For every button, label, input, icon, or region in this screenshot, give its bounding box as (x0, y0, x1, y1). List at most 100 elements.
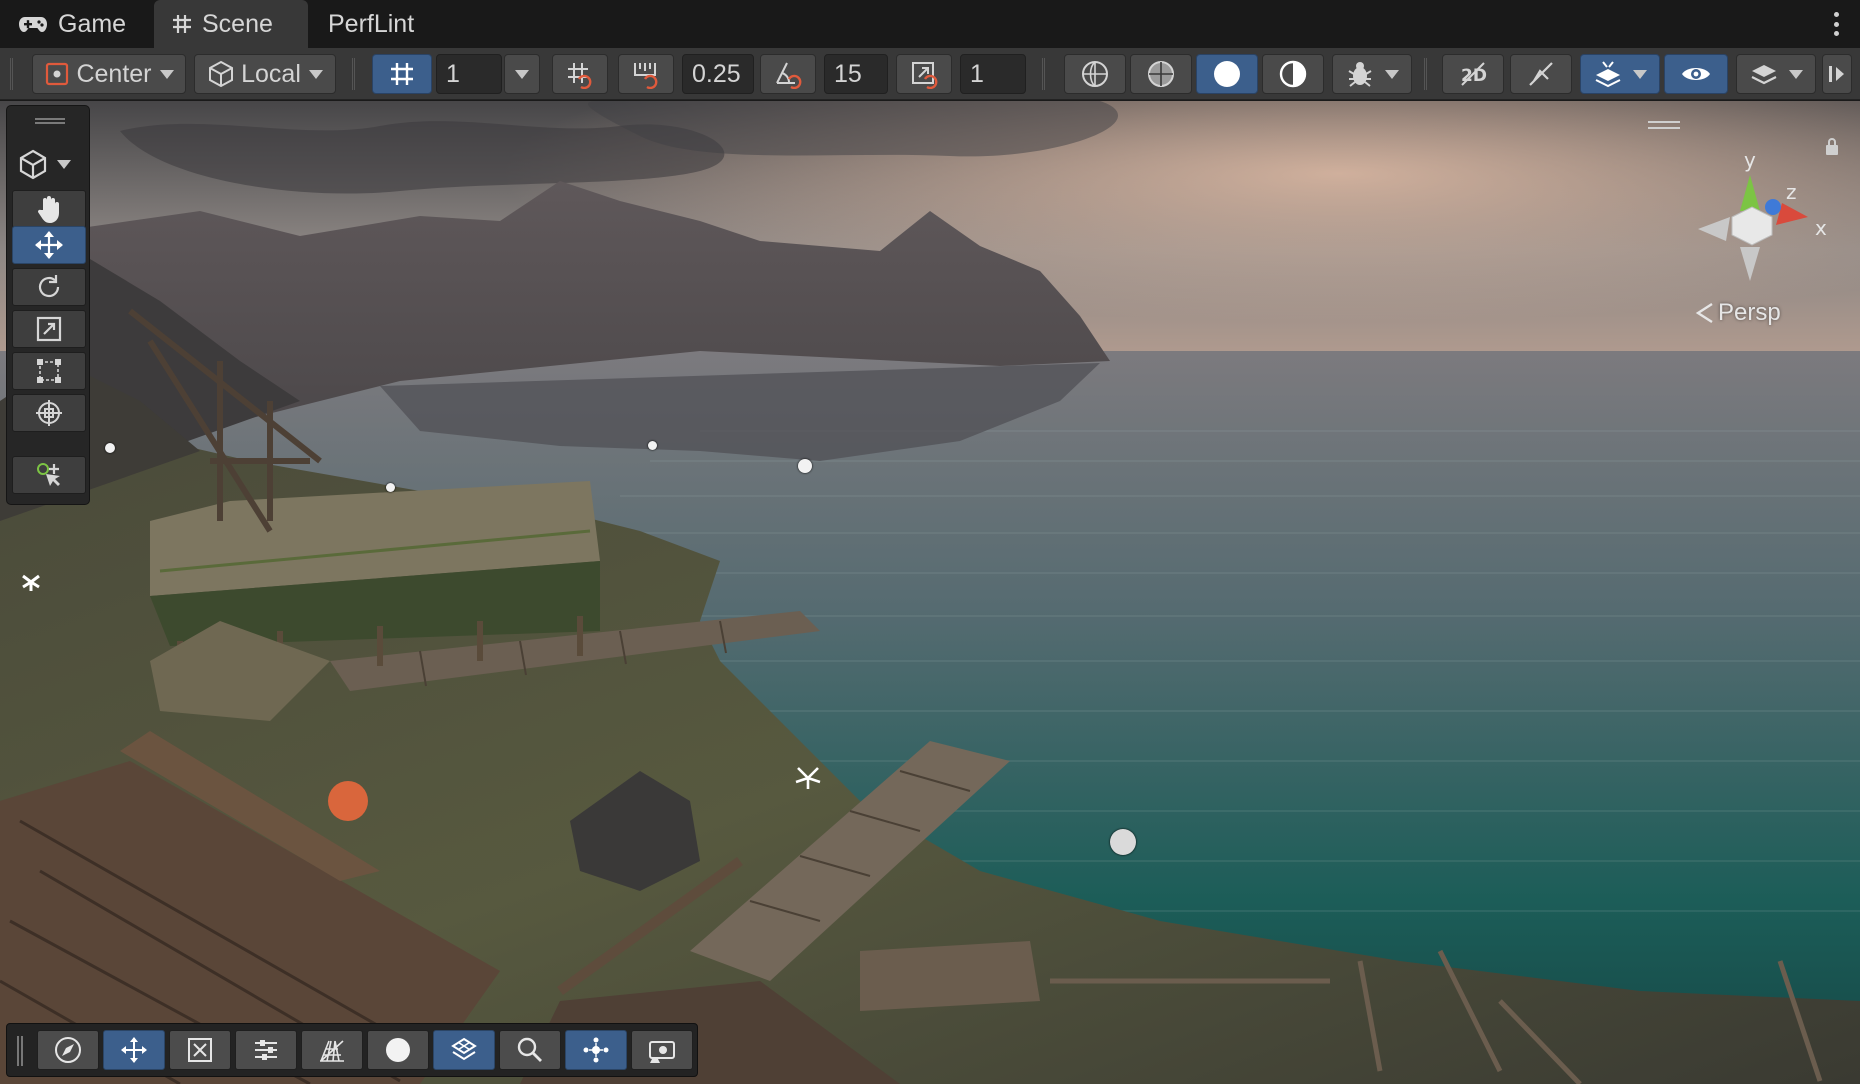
grid-size-value: 1 (446, 59, 460, 88)
toolbar-overflow-button[interactable] (1822, 54, 1852, 94)
grid-perspective-icon (320, 1040, 344, 1062)
tab-game[interactable]: Game (0, 0, 144, 48)
lock-icon[interactable] (1826, 145, 1838, 155)
pivot-rotation-dropdown[interactable]: Local (194, 54, 336, 94)
effects-dropdown[interactable] (1580, 54, 1660, 94)
rotate-snap-toggle[interactable] (760, 54, 816, 94)
tab-game-label: Game (58, 9, 127, 38)
debug-draw-mode-dropdown[interactable] (1332, 54, 1412, 94)
chevron-down-icon (1633, 69, 1647, 79)
tab-perflint-label: PerfLint (328, 9, 415, 38)
grid-hash-icon (173, 15, 191, 33)
collider-edit-button[interactable] (169, 1030, 231, 1070)
move-arrows-icon (121, 1037, 147, 1063)
tab-perflint[interactable]: PerfLint (310, 0, 432, 48)
rotate-snap-field[interactable]: 15 (824, 54, 888, 94)
bottom-overlay-toolbar (6, 1023, 698, 1077)
pivot-mode-dropdown[interactable]: Center (32, 54, 186, 94)
wireframe-sphere-icon (1082, 61, 1108, 87)
cube-icon (19, 149, 47, 180)
scale-snap-field[interactable]: 1 (960, 54, 1026, 94)
tab-bar: Game Scene PerfLint (0, 0, 1860, 48)
move-handles-button[interactable] (103, 1030, 165, 1070)
hand-tool-button[interactable] (12, 190, 86, 228)
gizmo-z-cone[interactable] (1765, 199, 1781, 215)
chevron-down-icon (308, 69, 323, 79)
light-gizmo-icon[interactable] (105, 443, 115, 453)
gizmo-axis-x-label: x (1815, 216, 1827, 240)
navigation-button[interactable] (37, 1030, 99, 1070)
grid-size-field[interactable]: 1 (436, 54, 502, 94)
camera-preview-button[interactable] (631, 1030, 693, 1070)
shaded-button[interactable] (1196, 54, 1258, 94)
scale-tool-button[interactable] (12, 310, 86, 348)
search-button[interactable] (499, 1030, 561, 1070)
unlit-button[interactable] (1262, 54, 1324, 94)
chevron-down-icon (159, 69, 174, 79)
grid-align-button[interactable] (552, 54, 608, 94)
move-snap-toggle[interactable] (618, 54, 674, 94)
probe-visualization-button[interactable] (433, 1030, 495, 1070)
light-gizmo-icon[interactable] (386, 483, 395, 492)
gizmo-neg-x-cone[interactable] (1698, 217, 1730, 241)
align-grid-icon (568, 63, 592, 89)
move-snap-value: 0.25 (692, 59, 741, 88)
scale-snap-toggle[interactable] (896, 54, 952, 94)
search-icon (517, 1037, 542, 1062)
gizmo-y-cone[interactable] (1740, 175, 1760, 211)
grid-overlay-button[interactable] (301, 1030, 363, 1070)
gizmo-menu-icon[interactable] (1648, 121, 1680, 129)
light-gizmo-icon[interactable] (798, 459, 812, 473)
more-options-icon[interactable] (1832, 12, 1840, 36)
projection-toggle[interactable]: Persp (1694, 299, 1781, 327)
tab-scene-label: Scene (202, 9, 273, 38)
grid-snapping-toggle[interactable] (372, 54, 432, 94)
audio-source-gizmo-icon[interactable] (1110, 829, 1136, 855)
layers-dropdown[interactable] (1736, 54, 1816, 94)
chevron-down-icon (1789, 69, 1803, 79)
particle-gizmo-icon[interactable] (794, 765, 822, 791)
panel-grip[interactable] (17, 1036, 23, 1066)
rotate-tool-button[interactable] (12, 268, 86, 306)
grid-hash-icon (391, 63, 413, 85)
orientation-gizmo[interactable]: y z x (1680, 121, 1850, 291)
layers-icon (1751, 65, 1777, 85)
2d-view-toggle[interactable]: 2D (1442, 54, 1504, 94)
scene-render (0, 101, 1860, 1084)
audio-toggle[interactable] (1510, 54, 1572, 94)
chevron-down-icon (57, 159, 71, 169)
projection-label: Persp (1718, 299, 1781, 326)
gizmo-axis-z-label: z (1786, 180, 1797, 204)
move-snap-field[interactable]: 0.25 (682, 54, 754, 94)
chevron-left-icon (1695, 302, 1713, 324)
chevron-right-icon (1829, 66, 1844, 82)
shaded-wireframe-button[interactable] (1130, 54, 1192, 94)
settings-sliders-button[interactable] (235, 1030, 297, 1070)
wireframe-shading-button[interactable] (1064, 54, 1126, 94)
custom-tool-button[interactable] (12, 456, 86, 494)
sphere-icon (386, 1038, 410, 1062)
transform-tool-button[interactable] (12, 394, 86, 432)
tab-scene[interactable]: Scene (154, 0, 308, 48)
rect-transform-icon (37, 359, 61, 383)
lighting-button[interactable] (367, 1030, 429, 1070)
audio-mute-icon (1529, 62, 1553, 86)
light-gizmo-icon[interactable] (648, 441, 657, 450)
particle-effect-button[interactable] (565, 1030, 627, 1070)
gizmo-neg-y-cone[interactable] (1740, 247, 1760, 281)
probe-grid-icon (451, 1037, 477, 1061)
gamepad-icon (19, 17, 47, 32)
tool-context-dropdown[interactable] (17, 144, 83, 184)
rect-tool-button[interactable] (12, 352, 86, 390)
move-snap-icon (634, 63, 658, 89)
panel-grip[interactable] (35, 118, 65, 124)
grid-size-dropdown[interactable] (504, 54, 540, 94)
scene-visibility-toggle[interactable] (1664, 54, 1728, 94)
rotate-snap-icon (776, 62, 802, 89)
particles-icon (583, 1037, 609, 1063)
scene-viewport[interactable]: y z x Persp (0, 101, 1860, 1084)
rotate-icon (38, 275, 60, 298)
toolbar-grip[interactable] (10, 58, 13, 90)
reflection-probe-icon[interactable] (20, 571, 42, 593)
move-tool-button[interactable] (12, 226, 86, 264)
